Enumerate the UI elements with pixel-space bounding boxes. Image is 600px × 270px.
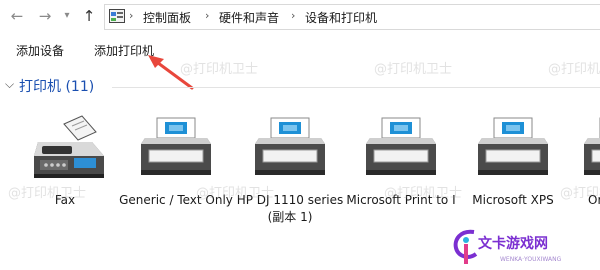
printer-icon [255, 117, 325, 175]
control-panel-icon [109, 9, 125, 23]
logo-text: 文卡游戏网 [478, 236, 548, 252]
printer-icon [366, 117, 436, 175]
command-bar: 添加设备 添加打印机 [0, 36, 600, 66]
arrow-right-icon[interactable]: → [36, 6, 54, 26]
chevron-down-icon[interactable]: ▾ [58, 6, 76, 26]
breadcrumb-hardware-sound[interactable]: 硬件和声音 [219, 9, 279, 26]
device-onenote-partial[interactable]: Or [578, 112, 600, 209]
device-label: Generic / Text Only [119, 193, 233, 207]
group-divider [112, 87, 600, 88]
device-label: HP DJ 1110 series (副本 1) [236, 193, 344, 224]
breadcrumb-control-panel[interactable]: 控制面板 [143, 9, 191, 26]
device-microsoft-print-to-pdf[interactable]: Microsoft Print to I [344, 112, 458, 209]
device-generic-text-only[interactable]: Generic / Text Only [119, 112, 233, 209]
printer-icon [584, 117, 600, 175]
printer-icon [141, 117, 211, 175]
breadcrumb-devices-printers[interactable]: 设备和打印机 [305, 9, 377, 26]
device-label: Or [588, 193, 600, 207]
navigation-bar: ← → ▾ ↑ › 控制面板 › 硬件和声音 › 设备和打印机 [0, 0, 600, 32]
address-bar[interactable]: › 控制面板 › 硬件和声音 › 设备和打印机 [104, 4, 600, 30]
chevron-down-icon[interactable]: ⌵ [5, 77, 14, 92]
device-fax[interactable]: Fax [8, 112, 122, 209]
device-microsoft-xps[interactable]: Microsoft XPS [456, 112, 570, 209]
arrow-left-icon[interactable]: ← [8, 6, 26, 26]
site-logo: 文卡游戏网 WENKA·YOUXIWANG [452, 224, 600, 270]
device-hp-dj-1110[interactable]: HP DJ 1110 series (副本 1) [233, 112, 347, 226]
logo-subtext: WENKA·YOUXIWANG [500, 256, 562, 263]
group-label: 打印机 (11) [19, 79, 95, 95]
arrow-up-icon[interactable]: ↑ [80, 6, 98, 26]
fax-icon [34, 115, 104, 178]
device-label: Microsoft Print to I [346, 193, 456, 207]
breadcrumb-separator: › [291, 9, 296, 22]
device-label: Microsoft XPS [472, 193, 554, 207]
add-device-button[interactable]: 添加设备 [16, 42, 64, 59]
breadcrumb-separator: › [205, 9, 210, 22]
device-label: Fax [54, 193, 76, 207]
printer-icon [478, 117, 548, 175]
breadcrumb-separator: › [129, 9, 134, 22]
